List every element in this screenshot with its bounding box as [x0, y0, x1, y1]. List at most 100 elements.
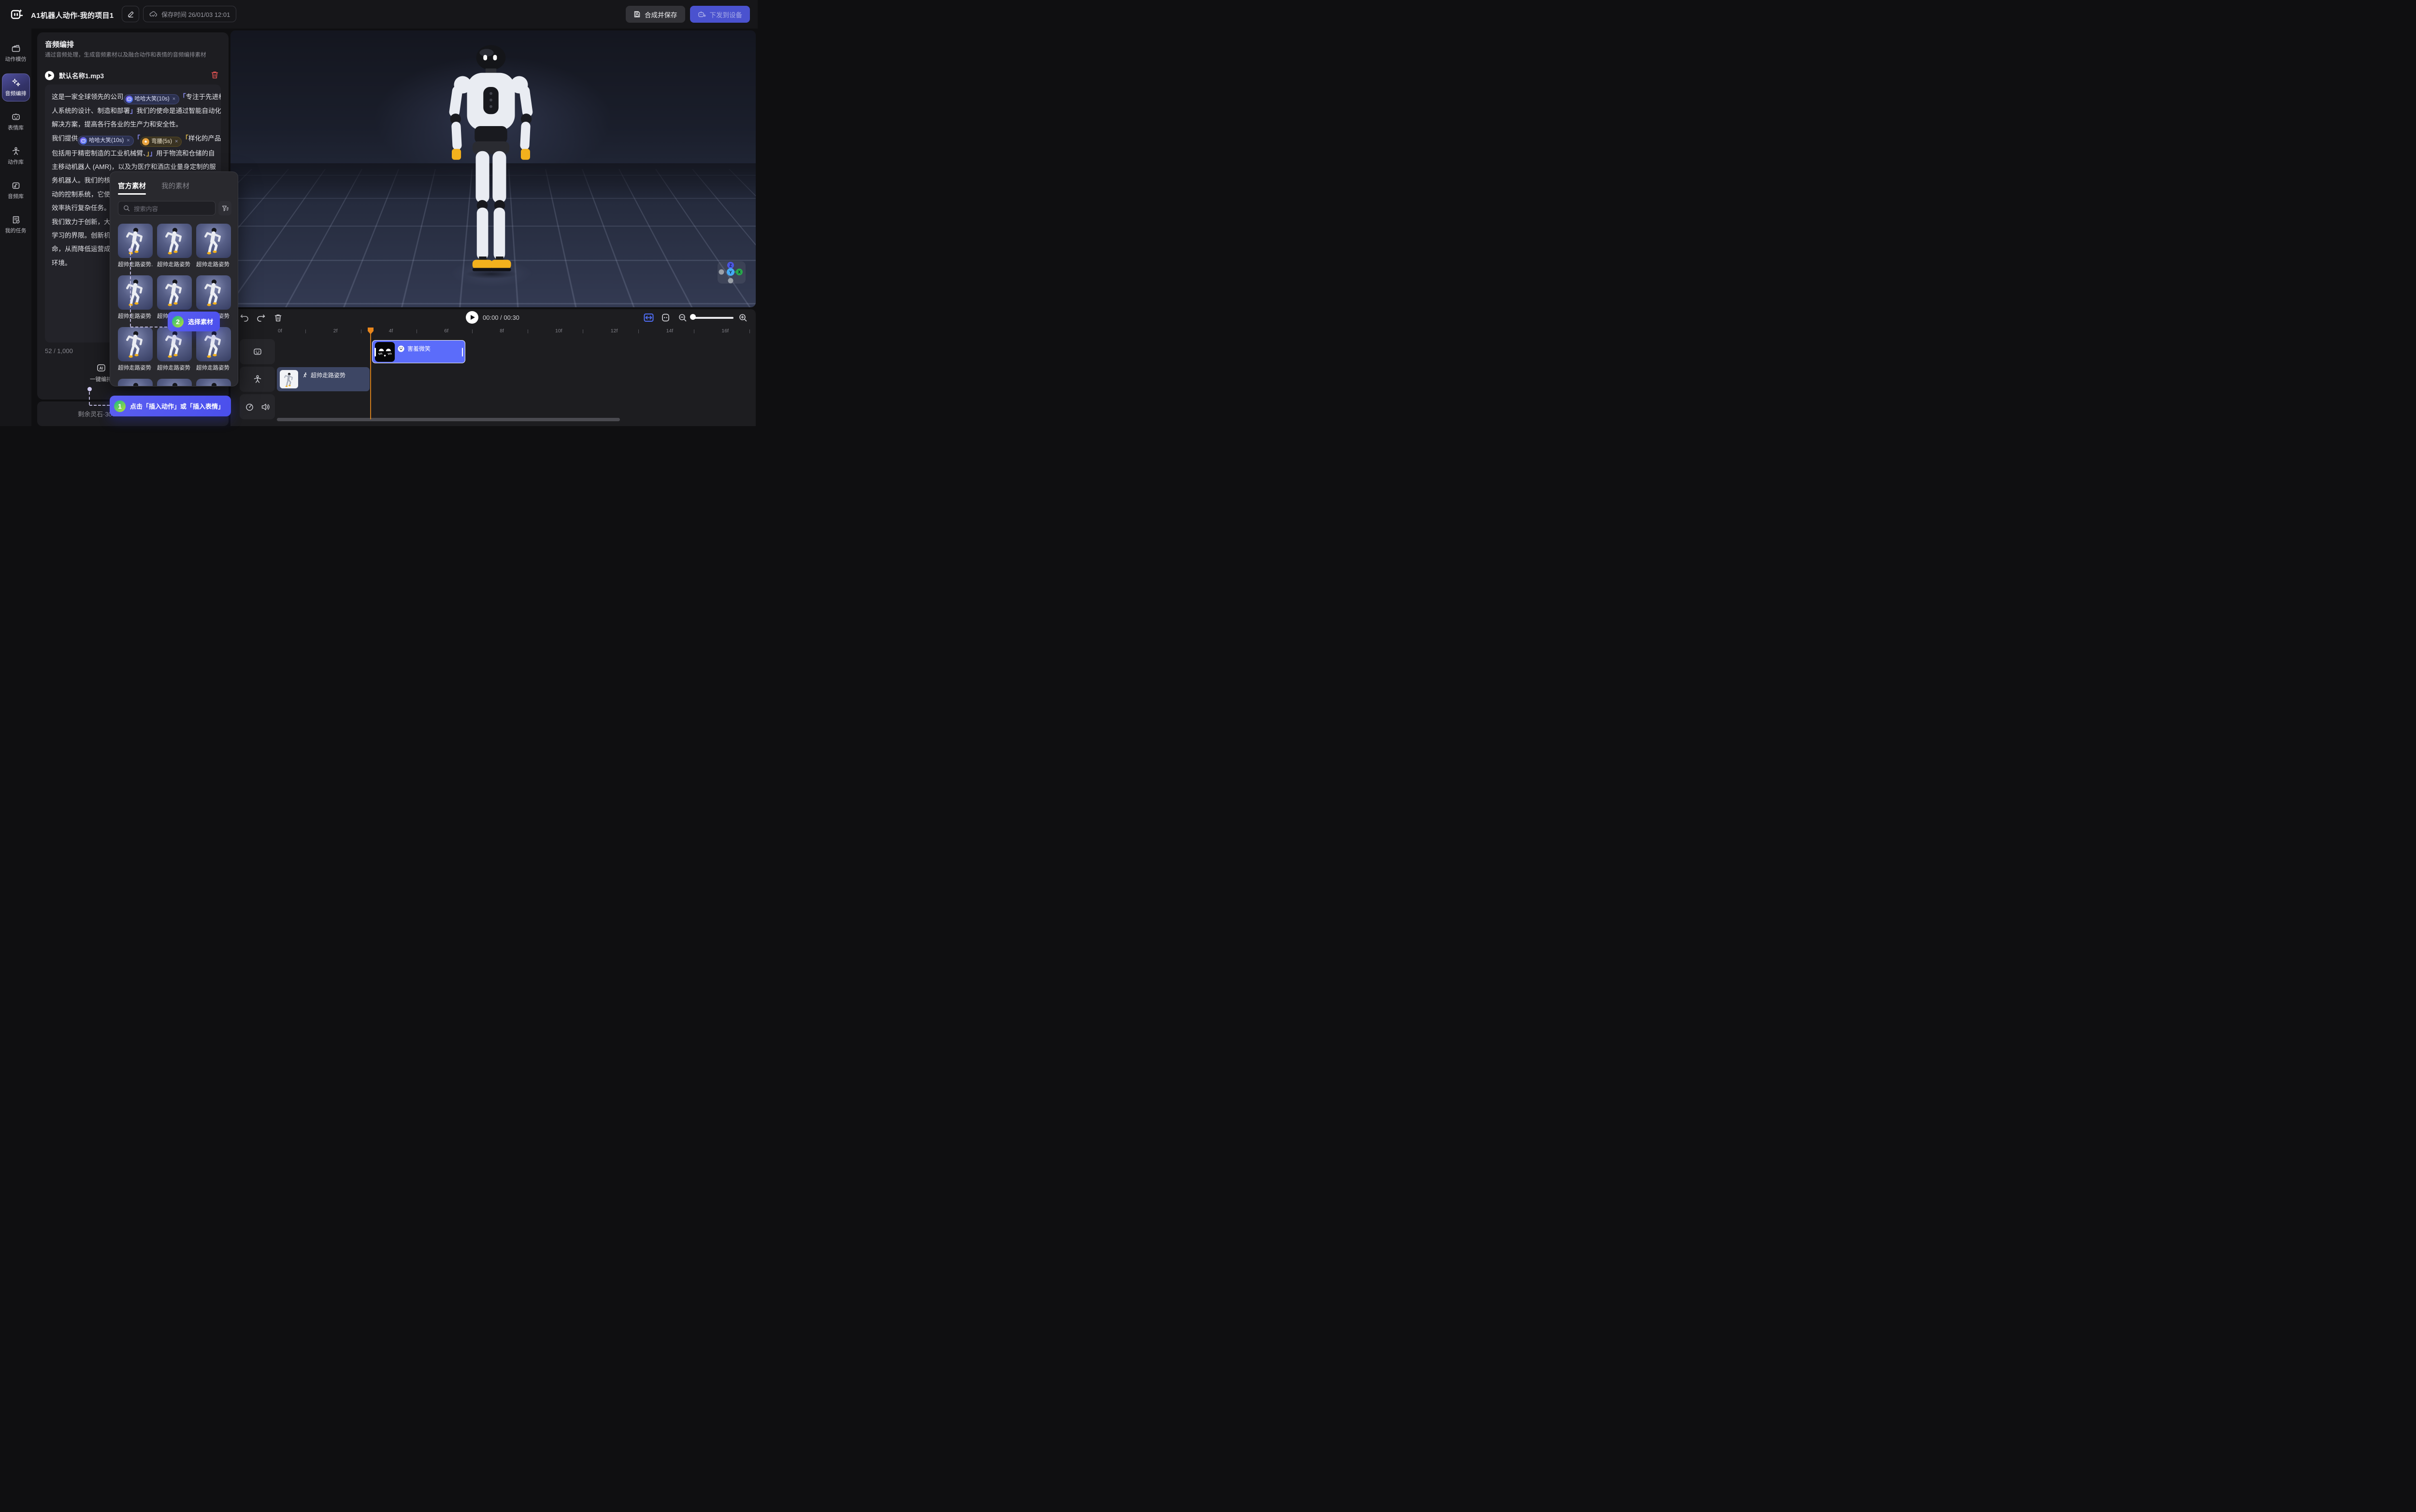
- material-thumbnail: [196, 224, 231, 258]
- action-tag[interactable]: ★弯腰(5s)×: [140, 137, 182, 147]
- action-tag-circle: ★: [142, 138, 149, 145]
- timeline-zoom-slider-thumb[interactable]: [690, 314, 696, 320]
- rename-project-button[interactable]: [122, 6, 139, 22]
- zoom-in-icon[interactable]: [739, 314, 748, 322]
- motion-track-header[interactable]: [240, 367, 275, 392]
- material-thumbnail: [118, 224, 153, 258]
- material-thumbnail: [157, 379, 192, 386]
- material-label: 超帅走路姿势...: [118, 260, 153, 268]
- timeline-zoom-slider[interactable]: [693, 317, 733, 319]
- material-item[interactable]: 超帅走路姿势: [196, 327, 231, 371]
- clip-right-handle[interactable]: [462, 348, 463, 357]
- axis-neg-y-handle: [728, 278, 733, 284]
- tab-my-materials[interactable]: 我的素材: [161, 181, 189, 191]
- quote-bracket: 「: [179, 93, 186, 100]
- sidebar-item-audio-library[interactable]: 音频库: [2, 176, 30, 204]
- guide-line-horizontal: [89, 405, 110, 406]
- emotion-track-header[interactable]: [240, 339, 275, 364]
- sidebar-item-motion-library[interactable]: 动作库: [2, 142, 30, 170]
- remove-tag-icon[interactable]: ×: [175, 135, 178, 148]
- sidebar-item-expression-library[interactable]: 表情库: [2, 108, 30, 136]
- material-thumbnail: [157, 327, 192, 361]
- material-item[interactable]: 超帅走路姿势: [157, 327, 192, 371]
- motion-track-icon: [253, 374, 262, 384]
- material-item[interactable]: 超帅走路姿势: [118, 327, 153, 371]
- top-bar: A1机器人动作-我的项目1 保存时间 26/01/03 12:01 合成并保存: [0, 0, 758, 29]
- active-tab-underline: [118, 193, 146, 195]
- material-item[interactable]: [118, 379, 153, 386]
- motion-clip[interactable]: 超帅走路姿势: [277, 367, 370, 391]
- robot-download-icon: [698, 11, 706, 18]
- emotion-tag-icon: [81, 139, 86, 143]
- ai-icon: AI: [96, 363, 106, 373]
- emotion-tag[interactable]: 哈哈大笑(10s)×: [78, 136, 134, 146]
- timeline-play-button[interactable]: [466, 311, 478, 324]
- material-item[interactable]: [196, 379, 231, 386]
- axis-gizmo[interactable]: Z X Y: [718, 261, 746, 284]
- char-counter: 52 / 1,000: [45, 347, 73, 355]
- ruler-tick-label: 4f: [389, 328, 393, 334]
- guide-dot: [87, 387, 92, 391]
- material-thumbnail: [196, 379, 231, 386]
- sidebar-item-audio-arrange[interactable]: 音频编排: [2, 73, 30, 101]
- clip-left-handle[interactable]: [374, 348, 376, 357]
- material-item[interactable]: [157, 379, 192, 386]
- audio-file-row: 默认名称1.mp3: [45, 69, 221, 82]
- materials-popup: 官方素材 我的素材 搜索内容 超帅走路姿势...超帅走路姿势超帅走路姿势超帅走路…: [110, 171, 238, 386]
- deploy-to-device-button[interactable]: 下发到设备: [690, 6, 750, 23]
- clip-handles-icon[interactable]: [661, 313, 670, 322]
- app-window: A1机器人动作-我的项目1 保存时间 26/01/03 12:01 合成并保存: [0, 0, 758, 426]
- ruler-minor-tick: [638, 329, 639, 333]
- runner-icon: [302, 372, 308, 378]
- delete-clip-icon[interactable]: [274, 314, 282, 322]
- material-label: 超帅走路姿势: [196, 260, 231, 268]
- audio-track-header[interactable]: [240, 394, 275, 419]
- filter-icon: [222, 205, 229, 212]
- tempo-icon: [245, 402, 254, 412]
- material-item[interactable]: 超帅走路姿势: [157, 224, 192, 268]
- svg-text:AI: AI: [99, 366, 103, 371]
- ruler-tick-label: 8f: [500, 328, 504, 334]
- emotion-clip[interactable]: 害羞微笑: [372, 340, 465, 363]
- sidebar-item-my-tasks[interactable]: 我的任务: [2, 211, 30, 239]
- remove-tag-icon[interactable]: ×: [127, 134, 129, 147]
- save-file-icon: [633, 11, 641, 18]
- speaker-icon: [261, 403, 270, 411]
- motion-clip-thumbnail: [280, 370, 298, 388]
- emoji-icon: [398, 345, 404, 352]
- delete-audio-icon[interactable]: [211, 71, 219, 79]
- material-item[interactable]: 超帅走路姿势: [196, 224, 231, 268]
- humanoid-robot-model[interactable]: [426, 41, 556, 307]
- material-label: 超帅走路姿势: [196, 364, 231, 371]
- sidebar-item-motion-mimic[interactable]: 动作模仿: [2, 39, 30, 67]
- material-item[interactable]: 超帅走路姿势: [118, 275, 153, 320]
- sidebar-nav: 动作模仿 音频编排 表情库: [0, 29, 31, 426]
- robot-face-icon: [11, 112, 21, 122]
- zoom-out-icon[interactable]: [678, 314, 687, 322]
- ruler-tick-label: 2f: [333, 328, 338, 334]
- material-thumbnail: [118, 275, 153, 310]
- guide-line-vertical: [89, 392, 90, 405]
- fit-timeline-icon[interactable]: [644, 313, 654, 322]
- panel-subtitle: 通过音频处理，生成音频素材以及融合动作和表情的音频编排素材: [45, 51, 206, 58]
- timeline-ruler[interactable]: 0f2f4f6f8f10f12f14f16f: [277, 327, 756, 337]
- 3d-viewport[interactable]: Z X Y: [230, 30, 756, 307]
- material-thumbnail: [196, 327, 231, 361]
- quote-bracket: 」: [150, 150, 157, 157]
- material-label: 超帅走路姿势: [157, 260, 192, 268]
- filter-button[interactable]: [218, 201, 231, 215]
- emotion-tag[interactable]: 哈哈大笑(10s)×: [124, 94, 180, 104]
- compose-save-button[interactable]: 合成并保存: [626, 6, 685, 23]
- redo-icon[interactable]: [256, 313, 266, 322]
- timeline-scrollbar[interactable]: [277, 418, 620, 421]
- music-box-icon: [11, 181, 21, 190]
- undo-icon[interactable]: [240, 313, 249, 322]
- pencil-icon: [127, 11, 134, 18]
- tab-official-materials[interactable]: 官方素材: [118, 181, 146, 191]
- save-time-label: 保存时间 26/01/03 12:01: [161, 10, 230, 19]
- material-item[interactable]: 超帅走路姿势...: [118, 224, 153, 268]
- audio-play-button[interactable]: [45, 71, 54, 80]
- search-input[interactable]: 搜索内容: [118, 201, 216, 215]
- material-label: 超帅走路姿势: [118, 312, 153, 320]
- material-thumbnail: [157, 275, 192, 310]
